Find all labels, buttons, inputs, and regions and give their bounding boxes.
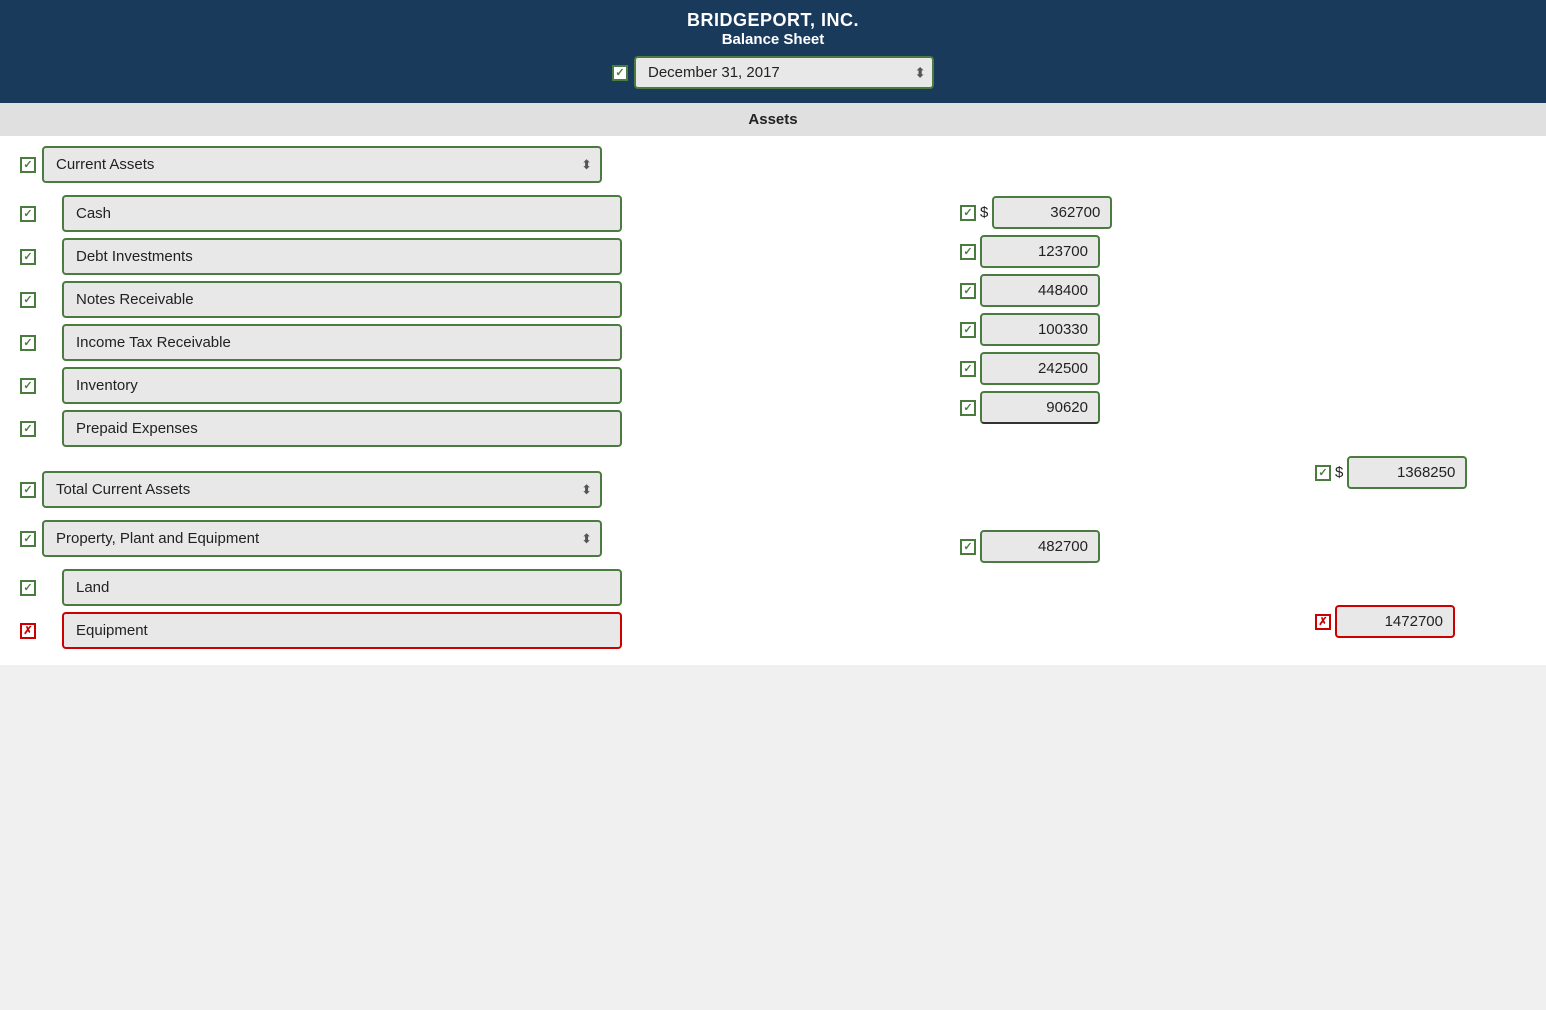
left-col: Current Assets Cash Debt Investments Not…: [20, 146, 660, 655]
prepaid-expenses-amount-row: 90620: [960, 391, 1112, 424]
prepaid-expenses-label: Prepaid Expenses: [62, 410, 622, 447]
total-current-assets-amount-row: $ 1368250: [1315, 456, 1467, 489]
spacer-current-assets: [960, 146, 1112, 190]
total-current-assets-checkbox[interactable]: [20, 482, 36, 498]
equipment-row: Equipment: [20, 612, 650, 649]
land-label: Land: [62, 569, 622, 606]
notes-receivable-amount-row: 448400: [960, 274, 1112, 307]
report-title: Balance Sheet: [0, 31, 1546, 48]
land-row: Land: [20, 569, 650, 606]
right-col1: $ 362700 123700 448400 100330 242500: [960, 146, 1112, 569]
total-ca-dollar: $: [1335, 464, 1343, 481]
income-tax-receivable-amount-checkbox[interactable]: [960, 322, 976, 338]
income-tax-receivable-row: Income Tax Receivable: [20, 324, 650, 361]
land-amount-row: 482700: [960, 530, 1112, 563]
debt-investments-amount-row: 123700: [960, 235, 1112, 268]
spacer-ppe: [960, 480, 1112, 524]
content-area: Current Assets Cash Debt Investments Not…: [0, 136, 1546, 665]
inventory-amount[interactable]: 242500: [980, 352, 1100, 385]
debt-investments-amount-checkbox[interactable]: [960, 244, 976, 260]
notes-receivable-row: Notes Receivable: [20, 281, 650, 318]
notes-receivable-amount-checkbox[interactable]: [960, 283, 976, 299]
equipment-label: Equipment: [62, 612, 622, 649]
land-checkbox[interactable]: [20, 580, 36, 596]
income-tax-receivable-amount-row: 100330: [960, 313, 1112, 346]
current-assets-row: Current Assets: [20, 146, 650, 183]
main-layout: Current Assets Cash Debt Investments Not…: [20, 146, 1526, 655]
date-checkbox[interactable]: [612, 65, 628, 81]
total-current-assets-row: Total Current Assets: [20, 471, 650, 508]
spacer-before-equipment: [1315, 495, 1467, 605]
cash-amount-checkbox[interactable]: [960, 205, 976, 221]
inventory-checkbox[interactable]: [20, 378, 36, 394]
inventory-row: Inventory: [20, 367, 650, 404]
inventory-amount-row: 242500: [960, 352, 1112, 385]
debt-investments-row: Debt Investments: [20, 238, 650, 275]
debt-investments-label: Debt Investments: [62, 238, 622, 275]
spacer-total: [960, 430, 1112, 480]
equipment-checkbox[interactable]: [20, 623, 36, 639]
cash-label: Cash: [62, 195, 622, 232]
prepaid-expenses-amount-checkbox[interactable]: [960, 400, 976, 416]
income-tax-receivable-label: Income Tax Receivable: [62, 324, 622, 361]
spacer-before-total: [1315, 146, 1467, 456]
date-select[interactable]: December 31, 2017: [634, 56, 934, 89]
equipment-total-amount-row: 1472700: [1315, 605, 1467, 638]
cash-checkbox[interactable]: [20, 206, 36, 222]
notes-receivable-amount[interactable]: 448400: [980, 274, 1100, 307]
cash-amount-row: $ 362700: [960, 196, 1112, 229]
inventory-amount-checkbox[interactable]: [960, 361, 976, 377]
notes-receivable-label: Notes Receivable: [62, 281, 622, 318]
income-tax-receivable-checkbox[interactable]: [20, 335, 36, 351]
notes-receivable-checkbox[interactable]: [20, 292, 36, 308]
prepaid-expenses-amount[interactable]: 90620: [980, 391, 1100, 424]
prepaid-expenses-row: Prepaid Expenses: [20, 410, 650, 447]
total-ca-checkbox[interactable]: [1315, 465, 1331, 481]
debt-investments-checkbox[interactable]: [20, 249, 36, 265]
equipment-total-amount[interactable]: 1472700: [1335, 605, 1455, 638]
land-amount-checkbox[interactable]: [960, 539, 976, 555]
cash-row: Cash: [20, 195, 650, 232]
current-assets-label[interactable]: Current Assets: [42, 146, 602, 183]
date-select-wrapper[interactable]: December 31, 2017: [634, 56, 934, 89]
ppe-row: Property, Plant and Equipment: [20, 520, 650, 557]
right-col2: $ 1368250 1472700: [1315, 146, 1467, 644]
ppe-label[interactable]: Property, Plant and Equipment: [42, 520, 602, 557]
prepaid-expenses-checkbox[interactable]: [20, 421, 36, 437]
header: BRIDGEPORT, INC. Balance Sheet December …: [0, 0, 1546, 103]
company-name: BRIDGEPORT, INC.: [0, 10, 1546, 31]
debt-investments-amount[interactable]: 123700: [980, 235, 1100, 268]
assets-section-header: Assets: [0, 103, 1546, 136]
cash-dollar: $: [980, 204, 988, 221]
income-tax-receivable-amount[interactable]: 100330: [980, 313, 1100, 346]
equipment-total-checkbox[interactable]: [1315, 614, 1331, 630]
current-assets-checkbox[interactable]: [20, 157, 36, 173]
total-current-assets-amount[interactable]: 1368250: [1347, 456, 1467, 489]
total-current-assets-label[interactable]: Total Current Assets: [42, 471, 602, 508]
inventory-label: Inventory: [62, 367, 622, 404]
cash-amount[interactable]: 362700: [992, 196, 1112, 229]
ppe-checkbox[interactable]: [20, 531, 36, 547]
land-amount[interactable]: 482700: [980, 530, 1100, 563]
